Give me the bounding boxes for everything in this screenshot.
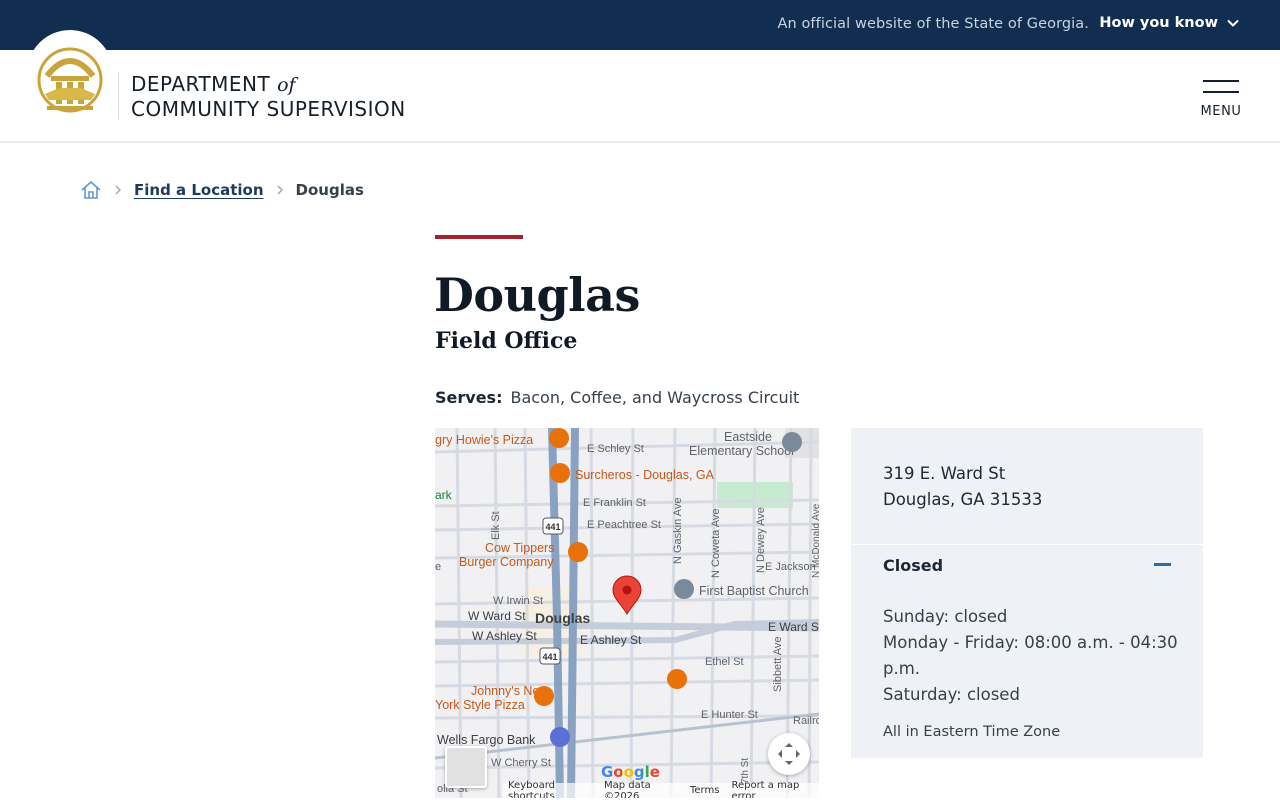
open-status[interactable]: Closed [883,556,943,575]
hours-collapse-button[interactable] [1154,556,1172,574]
chevron-right-icon [277,185,283,195]
map-poi-johnnys-line2: York Style Pizza [435,698,525,712]
map-street-dewey: N Dewey Ave [755,507,767,573]
brand-divider [118,72,119,120]
chevron-right-icon [115,185,121,195]
page-title: Douglas [434,268,640,322]
map-poi-surcheros-label: Surcheros - Douglas, GA [575,468,715,482]
map-poi-howies-label: gry Howie's Pizza [435,433,533,447]
map-street-mcdonald: N McDonald Ave [811,503,819,578]
restaurant-icon [549,428,569,448]
map-street-gaskin: N Gaskin Ave [672,498,684,564]
hours-saturday: Saturday: closed [883,685,1020,704]
minus-icon [1154,563,1171,566]
google-logo-text: Google [601,763,660,781]
chevron-down-icon [1227,19,1239,27]
map-terms-link[interactable]: Terms [690,785,719,796]
map-street-elk: Elk St [490,511,502,540]
map-street-cherry: W Cherry St [491,757,551,769]
map-hwy-shield-2: 441 [542,652,557,662]
restaurant-icon [534,686,554,706]
map-poi-school-line2: Elementary School [689,444,794,458]
breadcrumb-current: Douglas [295,181,364,199]
location-info-card: 319 E. Ward St Douglas, GA 31533 Closed … [851,428,1203,758]
agency-name-line1: DEPARTMENT [131,72,271,96]
map-city-label: Douglas [535,610,590,626]
fullscreen-icon [778,743,800,765]
google-logo: Google [601,763,660,781]
agency-name[interactable]: DEPARTMENT of COMMUNITY SUPERVISION [131,72,406,121]
restaurant-icon[interactable] [667,669,687,689]
location-map[interactable]: 441 441 E Schley St E Franklin St E Peac… [435,428,819,798]
address-city: Douglas, GA 31533 [883,490,1043,509]
menu-bar-bottom [1203,91,1239,93]
serves-label: Serves: [435,388,503,407]
map-hwy-shield-1: 441 [545,522,560,532]
map-footer: Keyboard shortcuts Map data ©2026 Terms … [503,779,819,799]
how-you-know-label: How you know [1099,15,1218,31]
map-poi-cow-line2: Burger Company [459,555,554,569]
official-site-text: An official website of the State of Geor… [777,16,1089,32]
map-street-sibbett: Sibbett Ave [772,637,784,692]
menu-bar-top [1203,80,1239,82]
restaurant-icon [568,542,588,562]
page-subtitle: Field Office [435,328,578,354]
map-street-coweta: N Coweta Ave [710,508,722,578]
how-you-know-button[interactable]: How you know [1099,15,1240,31]
fullscreen-button[interactable] [768,733,810,775]
agency-name-line2: COMMUNITY SUPERVISION [131,97,406,121]
map-poi-wells-label: Wells Fargo Bank [437,733,536,747]
map-street-e-left: e [435,561,441,573]
official-banner: An official website of the State of Geor… [0,0,1280,50]
map-street-hunter: E Hunter St [701,709,758,721]
office-hours: Sunday: closed Monday - Friday: 08:00 a.… [883,604,1183,708]
hours-weekday: Monday - Friday: 08:00 a.m. - 04:30 p.m. [883,633,1178,678]
street-view-pegman-control[interactable] [445,746,487,788]
map-street-irwin: W Irwin St [493,595,543,607]
breadcrumb-find-location[interactable]: Find a Location [134,181,264,199]
menu-button[interactable]: MENU [1196,78,1246,122]
timezone-note: All in Eastern Time Zone [883,724,1061,740]
georgia-seal-icon [37,47,103,113]
site-header: DEPARTMENT of COMMUNITY SUPERVISION MENU [0,30,1280,143]
bank-icon [550,727,570,747]
map-street-railroad: Railro [793,715,819,727]
home-icon[interactable] [80,179,102,201]
map-street-w-ashley: W Ashley St [472,629,537,643]
map-poi-park: ark [435,488,453,502]
address: 319 E. Ward St Douglas, GA 31533 [883,461,1042,513]
map-street-jackson: E Jackson [765,561,816,573]
breadcrumb: Find a Location Douglas [80,178,364,202]
church-icon [674,579,694,599]
school-icon [782,432,802,452]
title-accent-rule [435,235,523,239]
map-keyboard-shortcuts[interactable]: Keyboard shortcuts [508,780,592,799]
map-poi-cow-line1: Cow Tippers [485,541,554,555]
map-street-peachtree: E Peachtree St [587,519,661,531]
menu-label: MENU [1200,104,1242,119]
agency-name-of: of [277,74,296,96]
serves-line: Serves: Bacon, Coffee, and Waycross Circu… [435,388,799,407]
map-poi-baptist-label: First Baptist Church [699,584,809,598]
map-street-w-ward: W Ward St [468,609,526,623]
map-canvas[interactable]: 441 441 E Schley St E Franklin St E Peac… [435,428,819,798]
address-street: 319 E. Ward St [883,464,1006,483]
hours-sunday: Sunday: closed [883,607,1008,626]
map-street-schley: E Schley St [587,443,644,455]
map-street-ethel: Ethel St [705,656,744,668]
map-street-franklin: E Franklin St [583,497,646,509]
card-divider [851,544,1203,545]
map-street-e-ward: E Ward S [768,620,819,634]
home-logo-link[interactable] [27,30,113,116]
map-data-attribution: Map data ©2026 [603,779,651,799]
map-report-error-link[interactable]: Report a map error [731,780,814,799]
restaurant-icon [550,463,570,483]
map-street-e-ashley: E Ashley St [580,633,642,647]
map-poi-school-line1: Eastside [724,430,772,444]
serves-value: Bacon, Coffee, and Waycross Circuit [510,388,800,407]
